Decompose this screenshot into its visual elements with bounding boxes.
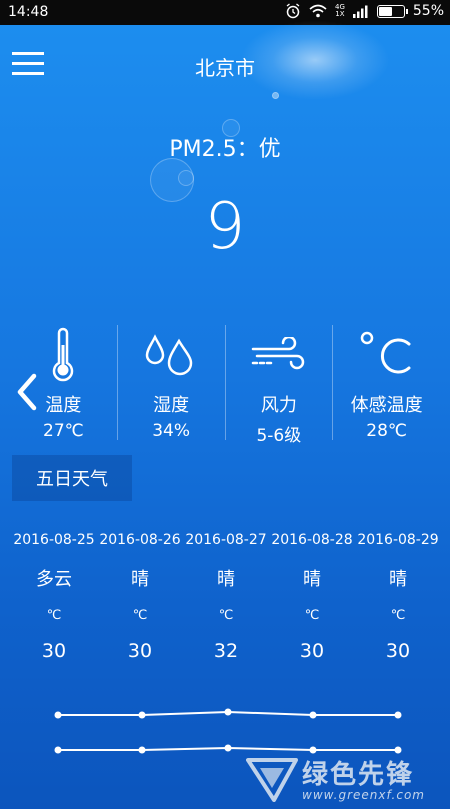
forecast-date: 2016-08-29: [357, 532, 439, 548]
high-temp-point: [394, 711, 402, 719]
forecast-date: 2016-08-27: [185, 532, 267, 548]
wifi-icon: [309, 4, 327, 18]
pm25-label: PM2.5：优: [169, 137, 281, 162]
metric-temperature: 温度 27℃: [10, 325, 117, 441]
high-temp-point: [54, 711, 62, 719]
forecast-condition: 晴: [303, 569, 321, 590]
city-title: 北京市: [195, 56, 255, 80]
aqi-value: 9: [204, 190, 246, 264]
watermark-text: 绿色先锋: [302, 760, 415, 790]
forecast-unit: ℃: [132, 608, 148, 623]
forecast-temp: 30: [41, 640, 67, 662]
metric-label: 温度: [45, 395, 82, 416]
forecast-condition: 晴: [131, 569, 149, 590]
forecast-date: 2016-08-28: [271, 532, 353, 548]
status-time: 14:48: [8, 4, 49, 20]
status-icons: 4G 1X 55%: [285, 3, 444, 19]
thermometer-icon: [53, 327, 74, 382]
forecast-conditions-row: 多云 晴 晴 晴 晴: [11, 565, 441, 591]
forecast-unit: ℃: [390, 608, 406, 623]
high-temp-point: [138, 711, 146, 719]
watermark-logo: 绿色先锋 www.greenxf.com: [242, 752, 450, 809]
humidity-drops-icon: [145, 334, 193, 376]
celsius-icon: [360, 331, 411, 374]
network-subtype: 1X: [335, 10, 345, 18]
lens-dot-decoration: [272, 92, 279, 99]
metric-label: 体感温度: [350, 395, 423, 416]
metric-wind: 风力 5-6级: [224, 325, 333, 446]
alarm-icon: [286, 3, 300, 19]
wind-icon: [251, 337, 305, 370]
metric-humidity: 湿度 34%: [116, 325, 225, 441]
forecast-unit: ℃: [46, 608, 62, 623]
five-day-forecast: 2016-08-25 2016-08-26 2016-08-27 2016-08…: [11, 532, 441, 662]
forecast-unit: ℃: [218, 608, 234, 623]
metric-label: 风力: [260, 395, 297, 416]
high-temp-point: [309, 711, 317, 719]
network-type-label: 4G 1X: [335, 4, 345, 18]
low-temp-point: [224, 744, 232, 752]
battery-percent: 55%: [412, 3, 444, 19]
watermark-url: www.greenxf.com: [302, 788, 425, 802]
metric-value: 28℃: [366, 421, 407, 441]
forecast-units-row: ℃ ℃ ℃ ℃ ℃: [11, 608, 441, 623]
greenxf-logo-icon: [246, 758, 298, 802]
forecast-date: 2016-08-26: [99, 532, 181, 548]
battery-fill: [378, 6, 393, 16]
low-temp-point: [54, 746, 62, 754]
forecast-temps-row: 30 30 32 30 30: [11, 640, 441, 662]
forecast-dates-row: 2016-08-25 2016-08-26 2016-08-27 2016-08…: [11, 532, 441, 548]
forecast-temp: 32: [213, 640, 239, 662]
signal-icon: [352, 5, 368, 18]
forecast-temp: 30: [299, 640, 325, 662]
metric-value: 34%: [152, 421, 191, 441]
forecast-date: 2016-08-25: [13, 532, 95, 548]
forecast-unit: ℃: [304, 608, 320, 623]
battery-icon: [376, 4, 408, 18]
forecast-condition: 晴: [389, 569, 407, 590]
metric-feels-like: 体感温度 28℃: [332, 325, 440, 441]
forecast-temp: 30: [385, 640, 411, 662]
tab-five-day-weather[interactable]: 五日天气: [12, 455, 132, 501]
forecast-condition: 多云: [36, 569, 72, 590]
forecast-condition: 晴: [217, 569, 235, 590]
forecast-temp: 30: [127, 640, 153, 662]
high-temp-point: [224, 708, 232, 716]
metric-value: 5-6级: [256, 426, 302, 446]
current-conditions: 温度 27℃ 湿度 34% 风力 5-6级 体感温度 28℃: [10, 325, 440, 446]
metric-value: 27℃: [43, 421, 84, 441]
low-temp-point: [138, 746, 146, 754]
metric-label: 湿度: [153, 395, 190, 416]
lens-ring-decoration: [178, 170, 194, 186]
